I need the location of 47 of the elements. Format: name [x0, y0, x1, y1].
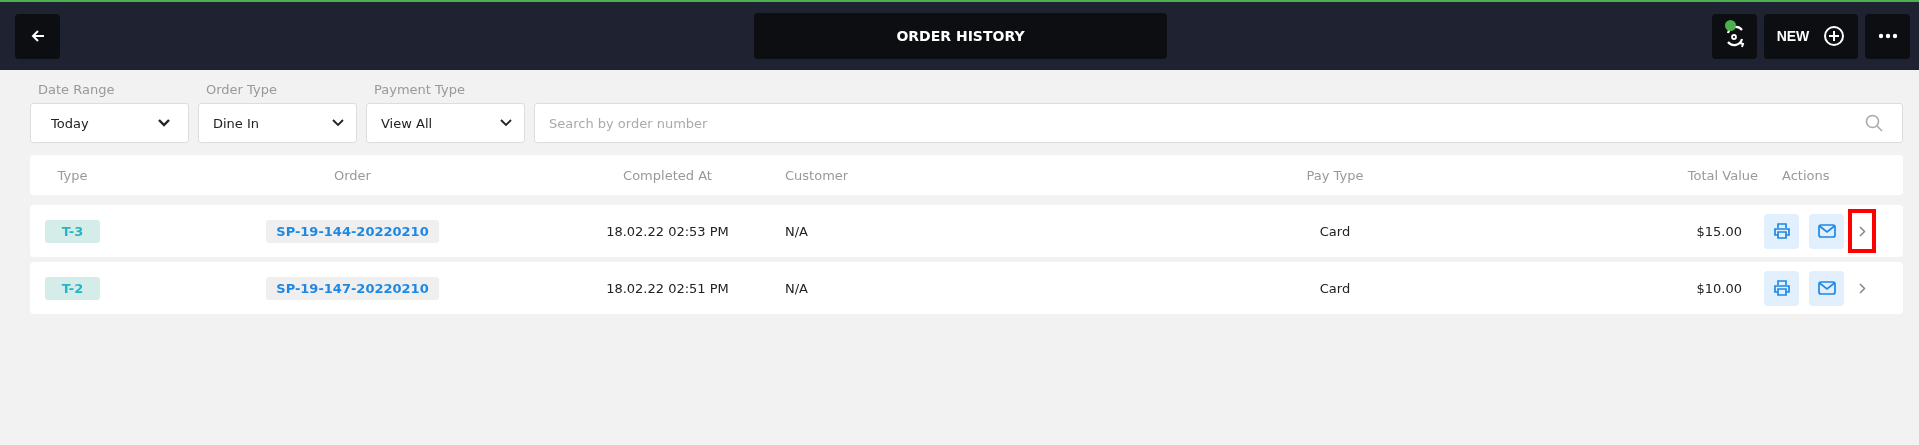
- table-cell: Card: [1319, 280, 1351, 296]
- chevron-down-icon: [500, 119, 512, 127]
- filter-label: Order Type: [205, 82, 278, 97]
- more-button[interactable]: [1865, 13, 1910, 59]
- dropdown[interactable]: Dine In: [198, 103, 357, 143]
- table-cell: $15.00: [1696, 223, 1742, 239]
- details-button[interactable]: [1848, 209, 1876, 253]
- table-cell: N/A: [785, 280, 808, 296]
- search-icon: [1865, 114, 1883, 132]
- table-badge: T-3: [44, 219, 101, 243]
- table-cell: N/A: [785, 223, 808, 239]
- printer-icon: [1772, 279, 1791, 297]
- print-button[interactable]: [1764, 270, 1799, 306]
- back-arrow-icon: [29, 28, 46, 44]
- filter-label: Date Range: [37, 82, 116, 97]
- dropdown[interactable]: Today: [30, 103, 189, 143]
- chevron-right-icon: [1858, 225, 1866, 237]
- printer-icon: [1772, 222, 1791, 240]
- more-icon: [1877, 33, 1898, 39]
- table-cell: $10.00: [1696, 280, 1742, 296]
- column-header: Total Value: [1687, 167, 1758, 183]
- back-button[interactable]: [15, 13, 60, 59]
- dropdown[interactable]: View All: [366, 103, 525, 143]
- envelope-icon: [1817, 281, 1836, 295]
- plus-circle-icon: [1823, 25, 1846, 47]
- column-header: Actions: [1782, 167, 1830, 183]
- new-button[interactable]: NEW: [1764, 13, 1858, 59]
- column-header: Type: [57, 167, 88, 183]
- page-title: ORDER HISTORY: [754, 13, 1167, 59]
- chevron-down-icon: [158, 119, 170, 127]
- email-button[interactable]: [1809, 270, 1844, 306]
- email-button[interactable]: [1809, 213, 1844, 249]
- column-header: Order: [334, 167, 371, 183]
- sync-button[interactable]: [1712, 13, 1757, 59]
- filter-label: Payment Type: [373, 82, 466, 97]
- table-cell: 18.02.22 02:53 PM: [606, 223, 729, 239]
- column-header: Customer: [785, 167, 849, 183]
- print-button[interactable]: [1764, 213, 1799, 249]
- search-field[interactable]: Search by order number: [534, 103, 1903, 143]
- column-header: Completed At: [623, 167, 712, 183]
- table-badge: T-2: [44, 276, 101, 300]
- table-cell: Card: [1319, 223, 1351, 239]
- column-header: Pay Type: [1306, 167, 1364, 183]
- table-cell: 18.02.22 02:51 PM: [606, 280, 729, 296]
- envelope-icon: [1817, 224, 1836, 238]
- chevron-down-icon: [332, 119, 344, 127]
- chevron-right-icon: [1858, 282, 1866, 294]
